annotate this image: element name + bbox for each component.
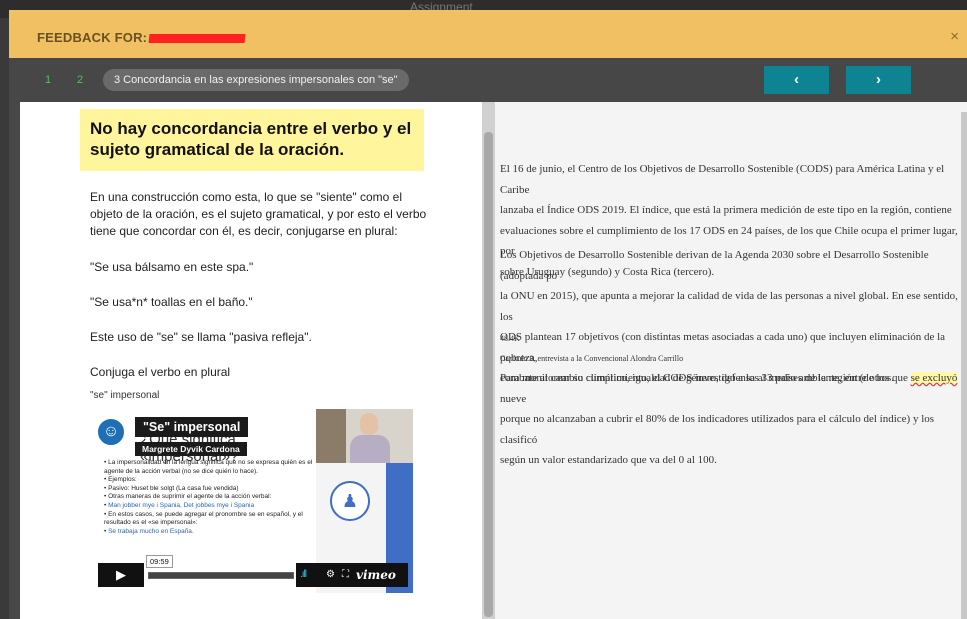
doc-paragraph-2: Los Objetivos de Desarrollo Sostenible d… — [500, 249, 958, 384]
slide-bullets: • La impersonalidad en la lengua signifi… — [104, 459, 314, 536]
step-2[interactable]: 2 — [77, 74, 83, 86]
volume-icon[interactable]: .ıll — [300, 563, 307, 587]
video-player[interactable]: ¿Qué significa «impersonal»? • La impers… — [90, 409, 413, 593]
scrollbar-thumb[interactable] — [484, 132, 493, 617]
chevron-left-icon: ‹ — [794, 71, 799, 88]
feedback-callout: No hay concordancia entre el verbo y el … — [80, 109, 424, 171]
slide-bullet: • Otras maneras de suprimir el agente de… — [104, 493, 272, 501]
modal-header: FEEDBACK FOR: × — [9, 10, 967, 58]
current-step-chip[interactable]: 3 Concordancia en las expresiones impers… — [103, 69, 409, 91]
slide-bullet: • La impersonalidad en la lengua signifi… — [104, 459, 313, 475]
feedback-scrollbar[interactable] — [482, 102, 495, 619]
rule-text: Este uso de "se" se llama "pasiva reflej… — [90, 330, 312, 344]
bookshelf — [316, 409, 346, 463]
modal-title: FEEDBACK FOR: — [37, 30, 246, 45]
feedback-explanation: En una construcción como esta, lo que se… — [90, 190, 427, 238]
highlighted-error[interactable]: se excluyó — [910, 372, 958, 384]
slide-bullet: • Ejemplos: — [104, 476, 137, 484]
chevron-right-icon: › — [876, 71, 881, 88]
play-icon[interactable]: ▶ — [98, 563, 144, 587]
prev-button[interactable]: ‹ — [764, 66, 829, 94]
close-icon[interactable]: × — [950, 28, 959, 45]
document-scrollbar[interactable] — [961, 112, 967, 619]
presenter-thumbnail — [316, 409, 413, 463]
document-panel: El 16 de junio, el Centro de los Objetiv… — [495, 102, 967, 619]
channel-avatar-icon[interactable]: ☺ — [96, 417, 126, 447]
progress-bar[interactable] — [148, 572, 294, 579]
next-button[interactable]: › — [846, 66, 911, 94]
doc-meta-count: 48.4K — [500, 334, 520, 343]
person-icon: ♟ — [330, 481, 370, 521]
feedback-navbar: 1 2 3 Concordancia en las expresiones im… — [9, 58, 967, 102]
slide-bullet: • Man jobber mye i Spania, Det jobbes my… — [104, 501, 255, 509]
video-duration: 09:59 — [146, 555, 173, 568]
slide-bullet: • Se trabaja mucho en España. — [104, 527, 194, 535]
modal-title-prefix: FEEDBACK FOR: — [37, 30, 148, 45]
step-1[interactable]: 1 — [45, 74, 51, 86]
instruction-text: Conjuga el verbo en plural — [90, 365, 231, 379]
gear-icon[interactable]: ⚙ — [326, 563, 335, 587]
video-author[interactable]: Margrete Dyvik Cardona — [135, 442, 247, 456]
doc-paragraph-3: Para monitorear su cumplimiento, el CODS… — [500, 372, 958, 466]
fullscreen-icon[interactable]: ⛶ — [342, 563, 349, 587]
vimeo-logo[interactable]: vimeo — [356, 563, 396, 587]
slide-bullet: • En estos casos, se puede agregar el pr… — [104, 510, 303, 527]
feedback-modal: FEEDBACK FOR: × 1 2 3 Concordancia en la… — [9, 10, 967, 619]
slide-bullet: • Pasivo: Huset ble solgt (La casa fue v… — [104, 484, 239, 492]
video-title[interactable]: "Se" impersonal — [135, 417, 249, 437]
feedback-panel: No hay concordancia entre el verbo y el … — [20, 102, 482, 619]
example-2: "Se usa*n* toallas en el baño." — [90, 295, 253, 309]
example-1: "Se usa bálsamo en este spa." — [90, 260, 254, 274]
video-controls: ▶ 09:59 .ıll ⚙ ⛶ vimeo — [98, 555, 408, 587]
topic-tag: "se" impersonal — [90, 390, 160, 401]
redacted-student-name — [148, 34, 246, 44]
doc-meta-caption: Capítulo 9, entrevista a la Convencional… — [500, 354, 684, 363]
